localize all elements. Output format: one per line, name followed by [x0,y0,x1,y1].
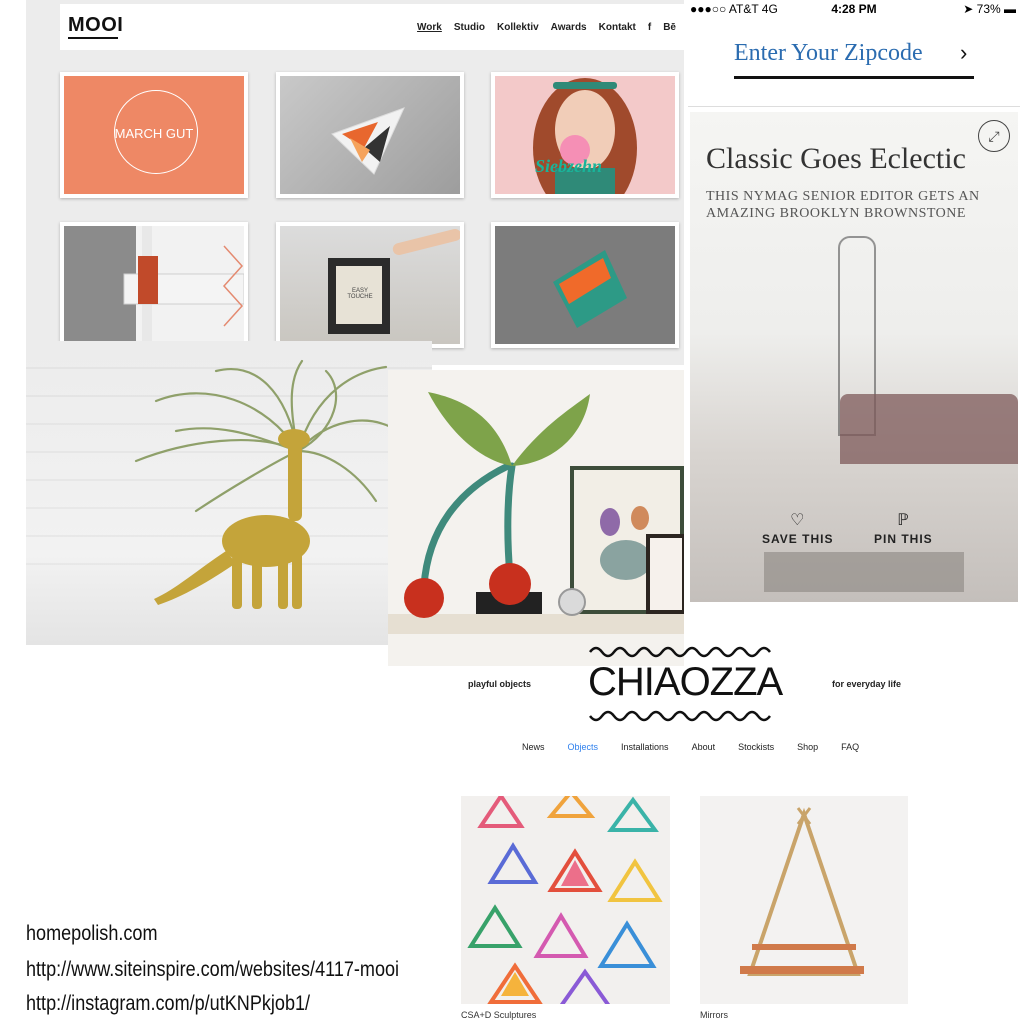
divider [688,106,1020,107]
chiaozza-nav-objects[interactable]: Objects [568,742,599,752]
mooi-header: MOOI Work Studio Kollektiv Awards Kontak… [60,4,684,50]
article-card[interactable]: Classic Goes Eclectic THIS NYMAG SENIOR … [690,112,1018,602]
tile-image [495,226,675,344]
source-link-homepolish[interactable]: homepolish.com [26,922,157,946]
triangle-pattern-graphic [331,107,405,175]
tile-image [280,76,460,194]
cherry-sculpture-photo [388,370,684,666]
colorful-triangles-graphic [467,796,663,1004]
dinosaur-plant-graphic [134,359,400,609]
pin-button[interactable]: ℙ PIN THIS [874,510,933,546]
mooi-logo[interactable]: MOOI [68,14,123,37]
expand-icon[interactable]: ⤢ [978,120,1010,152]
mooi-nav-kollektiv[interactable]: Kollektiv [497,22,539,33]
chiaozza-logo[interactable]: CHIAOZZA [588,660,783,705]
heart-icon: ♡ [790,512,806,529]
csad-sculptures-caption[interactable]: CSA+D Sculptures [461,1010,536,1020]
zipcode-prompt[interactable]: Enter Your Zipcode [734,40,923,67]
mirrors-caption[interactable]: Mirrors [700,1010,728,1020]
mooi-nav-menu: Work Studio Kollektiv Awards Kontakt f B… [417,22,676,33]
ios-status-bar: ●●●○○ AT&T 4G 4:28 PM ➤ 73% ▬ [684,0,1024,18]
hand-graphic [391,227,460,257]
source-link-siteinspire[interactable]: http://www.siteinspire.com/websites/4117… [26,958,399,982]
book-graphic [553,250,627,328]
chiaozza-nav-installations[interactable]: Installations [621,742,669,752]
tile-label: Siebzehn [535,156,603,176]
dinosaur-planter-photo [26,341,432,645]
homepolish-mobile-screenshot: ●●●○○ AT&T 4G 4:28 PM ➤ 73% ▬ Enter Your… [684,0,1024,610]
battery-indicator: ➤ 73% ▬ [963,2,1016,16]
mooi-tile-march-gut[interactable]: MARCH GUT [60,72,248,198]
cherry-graphic [404,392,590,618]
chiaozza-nav-shop[interactable]: Shop [797,742,818,752]
frame-label: EASY TOUCHE [347,288,373,300]
chevron-right-icon[interactable]: › [960,40,967,66]
article-subtitle: THIS NYMAG SENIOR EDITOR GETS AN AMAZING… [706,189,980,221]
chiaozza-nav-faq[interactable]: FAQ [841,742,859,752]
tile-label: MARCH GUT [114,126,194,141]
csad-sculptures-thumbnail[interactable] [461,796,670,1004]
mooi-tile-book-cover[interactable] [491,222,679,348]
mooi-nav-work[interactable]: Work [417,22,442,33]
mooi-tile-furniture[interactable] [60,222,248,348]
mooi-website-screenshot: MOOI Work Studio Kollektiv Awards Kontak… [26,0,684,365]
save-label: SAVE THIS [762,532,834,546]
chiaozza-nav-news[interactable]: News [522,742,545,752]
mirrors-thumbnail[interactable] [700,796,908,1004]
chiaozza-nav-about[interactable]: About [692,742,716,752]
sofa-graphic [840,394,1018,464]
mooi-nav-studio[interactable]: Studio [454,22,485,33]
mooi-nav-awards[interactable]: Awards [551,22,587,33]
mooi-tile-siebzehn[interactable]: Siebzehn [491,72,679,198]
tile-image: MARCH GUT [64,76,244,194]
tile-image [64,226,244,344]
pin-label: PIN THIS [874,532,933,546]
triangle-mirror-graphic [740,807,864,976]
coffee-table-graphic [764,552,964,592]
mooi-tile-easy-touche[interactable]: EASY TOUCHE [276,222,464,348]
behance-icon[interactable]: Bē [663,22,676,33]
mooi-tile-triangle-book[interactable] [276,72,464,198]
zipcode-underline [734,76,974,79]
facebook-icon[interactable]: f [648,22,651,33]
furniture-graphic [123,226,244,344]
zipcode-cta[interactable]: Enter Your Zipcode › [734,40,974,76]
article-title[interactable]: Classic Goes Eclectic [706,142,966,176]
pinterest-icon: ℙ [897,512,910,529]
tile-image: EASY TOUCHE [280,226,460,344]
save-button[interactable]: ♡ SAVE THIS [762,510,833,546]
chiaozza-tagline-left: playful objects [468,679,532,689]
chiaozza-nav: News Objects Installations About Stockis… [522,742,859,752]
mooi-logo-underline [68,37,118,39]
chiaozza-tagline-right: for everyday life [832,679,902,689]
tile-image: Siebzehn [495,76,675,194]
mooi-nav-kontakt[interactable]: Kontakt [599,22,636,33]
chiaozza-nav-stockists[interactable]: Stockists [738,742,774,752]
source-link-instagram[interactable]: http://instagram.com/p/utKNPkjob1/ [26,992,310,1016]
